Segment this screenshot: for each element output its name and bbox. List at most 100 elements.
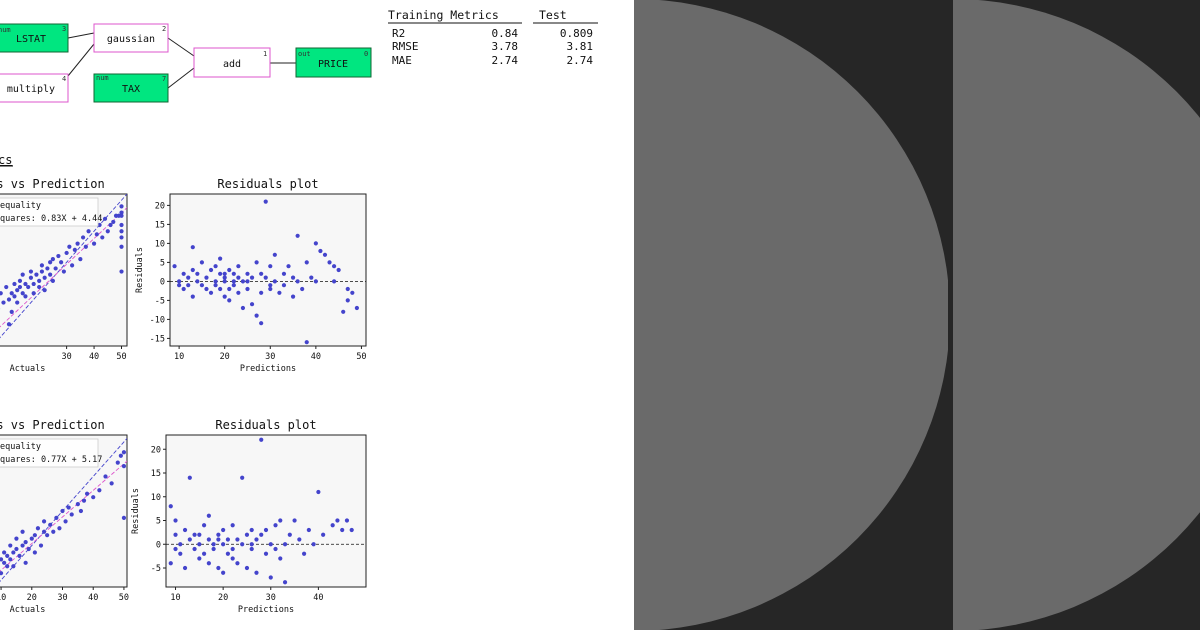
data-point xyxy=(259,321,264,326)
x-tick-label: 40 xyxy=(311,352,321,362)
data-point xyxy=(249,302,255,307)
data-point xyxy=(273,523,278,528)
data-point xyxy=(111,219,116,225)
data-point xyxy=(263,551,269,556)
data-point xyxy=(306,527,311,533)
data-point xyxy=(254,537,259,542)
data-point xyxy=(8,557,13,562)
data-point xyxy=(119,204,124,209)
data-point xyxy=(195,279,200,284)
data-point xyxy=(50,257,55,262)
data-point xyxy=(206,561,211,566)
x-tick-label: 50 xyxy=(116,352,126,362)
data-point xyxy=(91,241,97,246)
x-tick-label: 20 xyxy=(27,593,37,603)
data-point xyxy=(66,505,71,510)
data-point xyxy=(91,495,96,500)
preview-shapes xyxy=(634,0,1200,630)
data-point xyxy=(172,264,177,269)
data-point xyxy=(31,281,36,287)
data-point xyxy=(259,290,264,295)
data-point xyxy=(56,253,61,259)
x-tick-label: 20 xyxy=(220,352,230,362)
data-point xyxy=(64,250,69,256)
data-point xyxy=(187,475,192,480)
data-point xyxy=(14,546,19,552)
data-point xyxy=(48,272,53,277)
data-point xyxy=(105,229,110,234)
data-point xyxy=(235,561,240,566)
data-point xyxy=(20,529,25,534)
data-point xyxy=(2,560,7,565)
data-point xyxy=(240,305,246,311)
y-tick-label: 10 xyxy=(155,239,165,249)
x-axis-label: Predictions xyxy=(238,605,294,615)
data-point xyxy=(177,279,182,284)
x-tick-label: 50 xyxy=(119,593,129,603)
data-point xyxy=(273,546,278,552)
data-point xyxy=(249,275,255,280)
data-point xyxy=(97,488,102,493)
data-point xyxy=(330,523,335,528)
data-point xyxy=(240,279,246,284)
data-point xyxy=(222,279,227,284)
data-point xyxy=(94,232,99,237)
x-axis-label: Actuals xyxy=(10,605,46,615)
y-tick-label: 0 xyxy=(156,540,161,550)
data-point xyxy=(197,556,202,561)
data-point xyxy=(121,450,127,455)
data-point xyxy=(304,340,309,345)
data-point xyxy=(206,513,211,518)
data-point xyxy=(181,286,186,292)
chart-title: s vs Prediction xyxy=(0,177,105,191)
x-axis-label: Predictions xyxy=(240,364,296,374)
data-point xyxy=(281,283,287,288)
data-point xyxy=(59,260,64,265)
data-point xyxy=(208,267,214,273)
x-tick-label: 40 xyxy=(89,352,99,362)
data-point xyxy=(177,283,182,288)
data-point xyxy=(80,235,86,240)
data-point xyxy=(109,481,114,486)
data-point xyxy=(349,527,354,533)
data-point xyxy=(31,291,36,296)
data-point xyxy=(201,523,207,528)
data-point xyxy=(322,252,328,257)
divider-stripe xyxy=(948,0,953,630)
data-point xyxy=(63,519,68,524)
data-point xyxy=(344,518,350,523)
data-point xyxy=(17,284,23,290)
data-point xyxy=(173,546,178,552)
data-point xyxy=(173,532,178,537)
data-point xyxy=(182,527,188,533)
data-point xyxy=(249,546,254,552)
data-point xyxy=(304,260,309,265)
data-point xyxy=(218,271,223,276)
half-circle-left xyxy=(634,0,950,630)
y-tick-label: 15 xyxy=(155,220,165,230)
data-point xyxy=(287,532,292,537)
data-point xyxy=(14,536,19,541)
data-point xyxy=(9,309,14,314)
data-point xyxy=(221,542,226,547)
data-point xyxy=(300,286,305,292)
data-point xyxy=(60,508,65,514)
data-point xyxy=(51,529,56,534)
data-point xyxy=(190,294,195,299)
data-point xyxy=(81,498,87,503)
data-point xyxy=(119,222,124,228)
chart-title: Residuals plot xyxy=(217,177,318,191)
x-tick-label: 30 xyxy=(61,352,71,362)
data-point xyxy=(295,233,300,238)
data-point xyxy=(61,269,66,274)
data-point xyxy=(278,518,283,523)
data-point xyxy=(12,281,17,287)
data-point xyxy=(301,551,307,556)
data-point xyxy=(187,537,192,542)
data-point xyxy=(23,294,28,299)
x-tick-label: 50 xyxy=(356,352,366,362)
data-point xyxy=(208,290,214,295)
data-point xyxy=(204,286,209,292)
data-point xyxy=(28,275,34,280)
data-point xyxy=(72,247,77,252)
